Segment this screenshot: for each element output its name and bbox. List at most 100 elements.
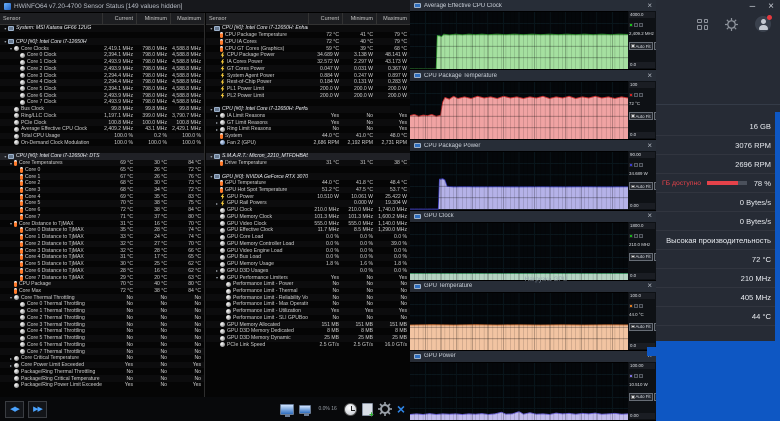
- sensor-row[interactable]: CPU Package Temperature72 °C41 °C79 °C: [206, 32, 410, 39]
- sensor-row[interactable]: Ring/LLC Clock1,197.1 MHz399.0 MHz3,790.…: [0, 113, 204, 120]
- sensor-row[interactable]: Average Effective CPU Clock2,409.2 MHz43…: [0, 126, 204, 133]
- sensor-row[interactable]: Package/Ring Thermal ThrottlingNoNoNo: [0, 368, 204, 375]
- section-row[interactable]: ▾GPU [#0]: NVIDIA GeForce RTX 3070 Lapto…: [206, 173, 410, 180]
- column-minimum[interactable]: Minimum: [342, 13, 376, 24]
- legend-swatch-inactive[interactable]: [639, 374, 643, 378]
- sensor-row[interactable]: ▾Core Thermal ThrottlingNoNoNo: [0, 294, 204, 301]
- sensor-row[interactable]: GPU Video Engine Load0.0 %0.0 %0.0 %: [206, 247, 410, 254]
- sensor-row[interactable]: CPU Package70 °C40 °C80 °C: [0, 281, 204, 288]
- sensor-row[interactable]: Core 4 Clock2,294.4 MHz798.0 MHz4,588.8 …: [0, 79, 204, 86]
- checkbox-icon[interactable]: [631, 395, 635, 399]
- legend-swatch-inactive[interactable]: [639, 304, 643, 308]
- sensor-row[interactable]: Core 7 Clock2,493.9 MHz798.0 MHz4,588.8 …: [0, 99, 204, 106]
- sensor-row[interactable]: GT Cores Power0.047 W0.031 W0.367 W: [206, 65, 410, 72]
- sensor-row[interactable]: Performance Limit - Reliability VoltageN…: [206, 294, 410, 301]
- expand-columns-button[interactable]: ◀▶: [5, 401, 24, 418]
- sensor-row[interactable]: PCIe Clock100.8 MHz100.0 MHz100.8 MHz: [0, 119, 204, 126]
- sensor-row[interactable]: GPU Hot Spot Temperature51.2 °C47.5 °C53…: [206, 187, 410, 194]
- sensor-row[interactable]: Core 5 Clock2,394.1 MHz798.0 MHz4,588.8 …: [0, 86, 204, 93]
- sensor-row[interactable]: Core 5 Thermal ThrottlingNoNoNo: [0, 335, 204, 342]
- legend-swatch-inactive[interactable]: [639, 23, 643, 27]
- column-sensor[interactable]: Sensor: [206, 13, 308, 24]
- legend-swatch-active[interactable]: [629, 304, 633, 308]
- section-row[interactable]: ▾System: MSI Katana GF66 12UG: [0, 25, 204, 32]
- sensor-row[interactable]: ▸Core Power Limit ExceededYesNoYes: [0, 362, 204, 369]
- sensor-row[interactable]: Package/Ring Power Limit ExceededYesNoYe…: [0, 382, 204, 389]
- section-row[interactable]: ▾S.M.A.R.T.: Micron_2210_MTFDHBA512QF...: [206, 153, 410, 160]
- sensor-row[interactable]: PCIe Link Speed2.5 GT/s2.5 GT/s16.0 GT/s: [206, 342, 410, 349]
- legend-swatch-inactive[interactable]: [634, 93, 638, 97]
- sensor-row[interactable]: System44.0 °C41.0 °C48.0 °C: [206, 133, 410, 140]
- column-minimum[interactable]: Minimum: [136, 13, 170, 24]
- sensor-row[interactable]: Core 6 Distance to TjMAX28 °C16 °C62 °C: [0, 267, 204, 274]
- column-maximum[interactable]: Maximum: [376, 13, 410, 24]
- sensor-row[interactable]: ▸IA Limit ReasonsYesNoYes: [206, 113, 410, 120]
- sensor-row[interactable]: Core 0 Clock2,394.1 MHz798.0 MHz4,588.8 …: [0, 52, 204, 59]
- legend-swatch-inactive[interactable]: [634, 163, 638, 167]
- sensor-row[interactable]: Core 4 Distance to TjMAX31 °C17 °C65 °C: [0, 254, 204, 261]
- legend-swatch-active[interactable]: [629, 163, 633, 167]
- chevron-right-icon[interactable]: ▸: [214, 201, 220, 206]
- sensor-row[interactable]: ▸GT Limit ReasonsYesNoYes: [206, 119, 410, 126]
- sensor-row[interactable]: GPU Clock210.0 MHz210.0 MHz1,740.0 MHz: [206, 207, 410, 214]
- sensor-row[interactable]: Core 672 °C38 °C84 °C: [0, 207, 204, 214]
- logging-clock-button[interactable]: [344, 403, 357, 416]
- sensor-row[interactable]: ▾Core Temperatures69 °C30 °C84 °C: [0, 160, 204, 167]
- sensor-row[interactable]: Core 167 °C26 °C76 °C: [0, 173, 204, 180]
- gear-icon[interactable]: [725, 18, 738, 31]
- sensor-row[interactable]: Drive Temperature31 °C31 °C38 °C: [206, 160, 410, 167]
- sensor-row[interactable]: GPU Memory Usage1.8 %1.6 %1.8 %: [206, 261, 410, 268]
- sensor-row[interactable]: Core 7 Thermal ThrottlingNoNoNo: [0, 348, 204, 355]
- settings-gear-button[interactable]: [378, 402, 392, 416]
- report-button[interactable]: [362, 403, 373, 416]
- legend-swatch-active[interactable]: [629, 23, 633, 27]
- legend-swatch-inactive[interactable]: [634, 23, 638, 27]
- legend-swatch-active[interactable]: [629, 374, 633, 378]
- sensor-row[interactable]: ▸Core Critical TemperatureNoNoNo: [0, 355, 204, 362]
- close-icon[interactable]: ×: [647, 142, 652, 150]
- auto-fit-checkbox[interactable]: Auto Fit: [629, 393, 653, 401]
- sensor-row[interactable]: PL1 Power Limit200.0 W200.0 W200.0 W: [206, 86, 410, 93]
- sensor-row[interactable]: Total CPU Usage100.0 %0.2 %100.0 %: [0, 133, 204, 140]
- sensor-row[interactable]: ▾GPU Performance LimitersYesNoYes: [206, 274, 410, 281]
- sensor-row[interactable]: Performance Limit - PowerNoNoNo: [206, 281, 410, 288]
- close-sensors-button[interactable]: ×: [397, 402, 405, 416]
- sensor-row[interactable]: ▸Ring Limit ReasonsNoNoYes: [206, 126, 410, 133]
- sensor-row[interactable]: Performance Limit - SLI GPUBoost SyncNoN…: [206, 315, 410, 322]
- sensor-row[interactable]: GPU Effective Clock11.7 MHz8.5 MHz1,290.…: [206, 227, 410, 234]
- sensor-row[interactable]: Core 2 Distance to TjMAX32 °C27 °C70 °C: [0, 241, 204, 248]
- sensor-row[interactable]: GPU Power10.510 W10.061 W25.422 W: [206, 193, 410, 200]
- sensor-row[interactable]: Core 6 Clock2,493.9 MHz798.0 MHz4,588.8 …: [0, 92, 204, 99]
- column-current[interactable]: Current: [102, 13, 136, 24]
- sensor-row[interactable]: ▾Core Distance to TjMAX31 °C16 °C70 °C: [0, 220, 204, 227]
- sensor-row[interactable]: Core 065 °C26 °C72 °C: [0, 166, 204, 173]
- auto-fit-checkbox[interactable]: Auto Fit: [629, 182, 653, 190]
- sensor-row[interactable]: Core 1 Thermal ThrottlingNoNoNo: [0, 308, 204, 315]
- sensor-row[interactable]: GPU D3D Memory Dynamic25 MB25 MB25 MB: [206, 335, 410, 342]
- column-maximum[interactable]: Maximum: [170, 13, 204, 24]
- auto-fit-checkbox[interactable]: Auto Fit: [629, 42, 653, 50]
- sensor-row[interactable]: Performance Limit - Max Operating Voltag…: [206, 301, 410, 308]
- sensor-row[interactable]: Core 3 Clock2,294.4 MHz798.0 MHz4,588.8 …: [0, 72, 204, 79]
- sensor-row[interactable]: GPU Core Load0.0 %0.0 %0.0 %: [206, 234, 410, 241]
- sensor-row[interactable]: GPU Bus Load0.0 %0.0 %0.0 %: [206, 254, 410, 261]
- sensor-row[interactable]: Core 570 °C38 °C75 °C: [0, 200, 204, 207]
- sensor-row[interactable]: GPU Memory Allocated151 MB151 MB151 MB: [206, 321, 410, 328]
- sensor-row[interactable]: GPU Temperature44.0 °C41.8 °C48.4 °C: [206, 180, 410, 187]
- sensor-row[interactable]: Core 771 °C37 °C80 °C: [0, 214, 204, 221]
- sensor-row[interactable]: CPU Package Power34.689 W3.138 W48.141 W: [206, 52, 410, 59]
- sensor-row[interactable]: Bus Clock99.8 MHz99.8 MHz99.8 MHz: [0, 106, 204, 113]
- legend-swatch-active[interactable]: [629, 234, 633, 238]
- sensor-row[interactable]: Core 0 Distance to TjMAX35 °C28 °C74 °C: [0, 227, 204, 234]
- checkbox-icon[interactable]: [631, 114, 635, 118]
- column-sensor[interactable]: Sensor: [0, 13, 102, 24]
- legend-swatch-inactive[interactable]: [639, 163, 643, 167]
- sensor-row[interactable]: Core 5 Distance to TjMAX30 °C25 °C62 °C: [0, 261, 204, 268]
- close-icon[interactable]: ×: [647, 72, 652, 80]
- sensor-row[interactable]: CPU GT Cores (Graphics)59 °C39 °C68 °C: [206, 45, 410, 52]
- sensor-row[interactable]: Core 1 Clock2,493.9 MHz798.0 MHz4,588.8 …: [0, 59, 204, 66]
- checkbox-icon[interactable]: [631, 325, 635, 329]
- sensor-row[interactable]: Core 7 Distance to TjMAX29 °C20 °C63 °C: [0, 274, 204, 281]
- close-icon[interactable]: ×: [647, 212, 652, 220]
- legend-swatch-inactive[interactable]: [639, 234, 643, 238]
